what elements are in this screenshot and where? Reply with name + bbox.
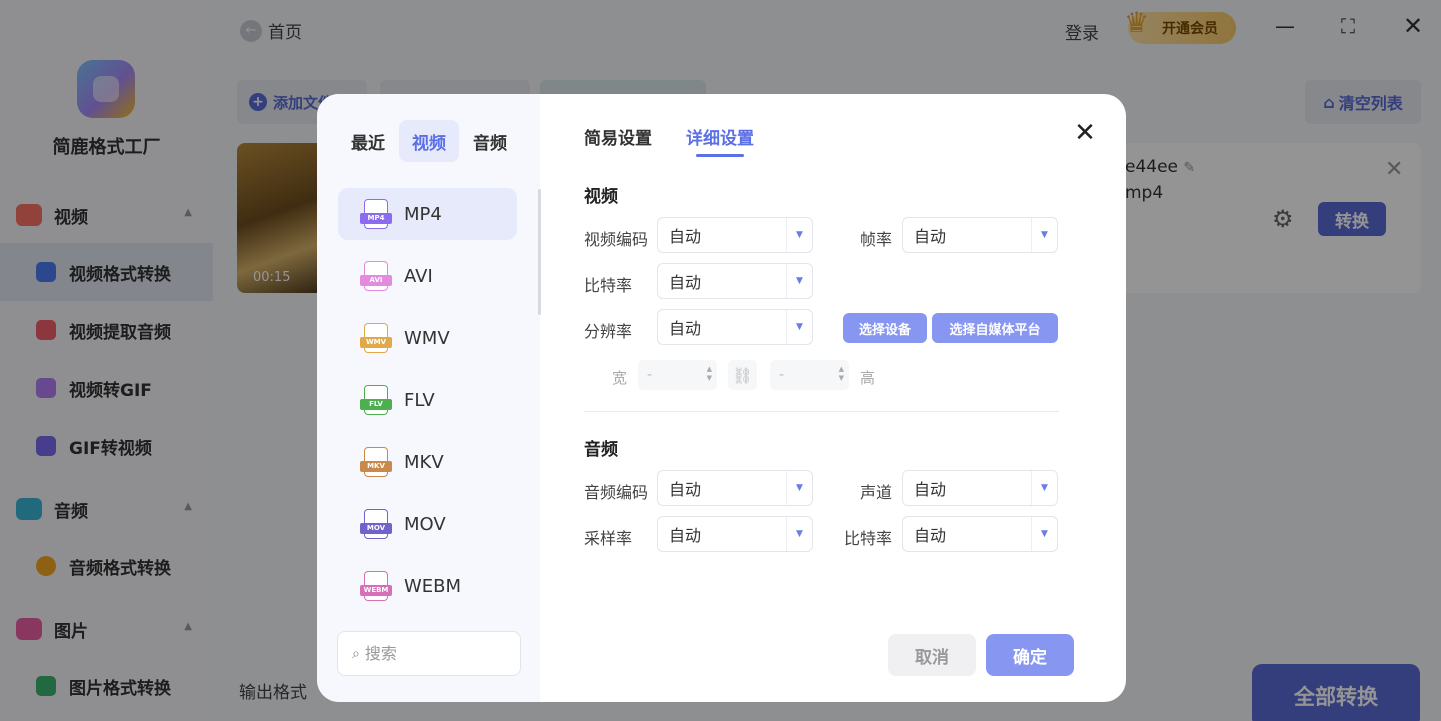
tab-video[interactable]: 视频 <box>399 120 459 162</box>
format-item-wmv[interactable]: WMV WMV <box>338 312 517 364</box>
format-item-webm[interactable]: WEBM WEBM <box>338 560 517 612</box>
channel-label: 声道 <box>860 483 893 502</box>
stepper-arrows-icon[interactable]: ▲ ▼ <box>839 365 844 383</box>
video-codec-label: 视频编码 <box>584 230 649 249</box>
format-settings-dialog: 最近 视频 音频 MP4 MP4 AVI AVI WMV WMV FLV FLV… <box>317 94 1126 702</box>
avi-file-icon: AVI <box>360 261 392 291</box>
tab-recent[interactable]: 最近 <box>338 120 398 162</box>
format-search[interactable]: ⌕ <box>337 631 521 676</box>
select-platform-button[interactable]: 选择自媒体平台 <box>932 313 1058 343</box>
framerate-select[interactable]: 自动 ▼ <box>902 217 1058 253</box>
link-ratio-icon[interactable]: ⛓ <box>728 360 757 390</box>
select-device-button[interactable]: 选择设备 <box>843 313 927 343</box>
flv-file-icon: FLV <box>360 385 392 415</box>
settings-panel: 简易设置 详细设置 ✕ 视频 视频编码 自动 ▼ 帧率 自动 ▼ 比特率 自动 … <box>540 94 1126 702</box>
mov-file-icon: MOV <box>360 509 392 539</box>
chevron-down-icon: ▼ <box>786 471 812 505</box>
resolution-label: 分辨率 <box>584 322 633 341</box>
chevron-down-icon: ▼ <box>1031 517 1057 551</box>
video-section-title: 视频 <box>584 187 618 207</box>
confirm-button[interactable]: 确定 <box>986 634 1074 676</box>
height-input[interactable]: - ▲ ▼ <box>770 360 849 390</box>
width-label: 宽 <box>612 369 628 387</box>
video-bitrate-select[interactable]: 自动 ▼ <box>657 263 813 299</box>
format-item-mkv[interactable]: MKV MKV <box>338 436 517 488</box>
width-input[interactable]: - ▲ ▼ <box>638 360 717 390</box>
resolution-select[interactable]: 自动 ▼ <box>657 309 813 345</box>
audio-codec-select[interactable]: 自动 ▼ <box>657 470 813 506</box>
samplerate-select[interactable]: 自动 ▼ <box>657 516 813 552</box>
chevron-down-icon: ▼ <box>1031 471 1057 505</box>
cancel-button[interactable]: 取消 <box>888 634 976 676</box>
channel-select[interactable]: 自动 ▼ <box>902 470 1058 506</box>
chevron-down-icon: ▼ <box>786 218 812 252</box>
format-item-mp4[interactable]: MP4 MP4 <box>338 188 517 240</box>
format-item-avi[interactable]: AVI AVI <box>338 250 517 302</box>
tab-simple-settings[interactable]: 简易设置 <box>584 124 652 149</box>
height-label: 高 <box>860 369 876 387</box>
format-item-mov[interactable]: MOV MOV <box>338 498 517 550</box>
section-divider <box>584 411 1059 412</box>
mkv-file-icon: MKV <box>360 447 392 477</box>
chevron-down-icon: ▼ <box>786 264 812 298</box>
audio-bitrate-select[interactable]: 自动 ▼ <box>902 516 1058 552</box>
chevron-down-icon: ▼ <box>786 310 812 344</box>
search-input[interactable] <box>364 644 505 663</box>
stepper-arrows-icon[interactable]: ▲ ▼ <box>707 365 712 383</box>
mp4-file-icon: MP4 <box>360 199 392 229</box>
framerate-label: 帧率 <box>860 230 893 249</box>
audio-section-title: 音频 <box>584 440 618 460</box>
video-codec-select[interactable]: 自动 ▼ <box>657 217 813 253</box>
audio-codec-label: 音频编码 <box>584 483 649 502</box>
wmv-file-icon: WMV <box>360 323 392 353</box>
chevron-down-icon: ▼ <box>786 517 812 551</box>
format-list-panel: 最近 视频 音频 MP4 MP4 AVI AVI WMV WMV FLV FLV… <box>317 94 541 702</box>
tab-detailed-settings[interactable]: 详细设置 <box>686 124 754 157</box>
search-icon: ⌕ <box>352 645 360 662</box>
video-bitrate-label: 比特率 <box>584 276 633 295</box>
webm-file-icon: WEBM <box>360 571 392 601</box>
samplerate-label: 采样率 <box>584 529 633 548</box>
chevron-down-icon: ▼ <box>1031 218 1057 252</box>
tab-audio[interactable]: 音频 <box>460 120 520 162</box>
format-item-flv[interactable]: FLV FLV <box>338 374 517 426</box>
close-icon[interactable]: ✕ <box>1070 118 1100 148</box>
audio-bitrate-label: 比特率 <box>844 529 893 548</box>
